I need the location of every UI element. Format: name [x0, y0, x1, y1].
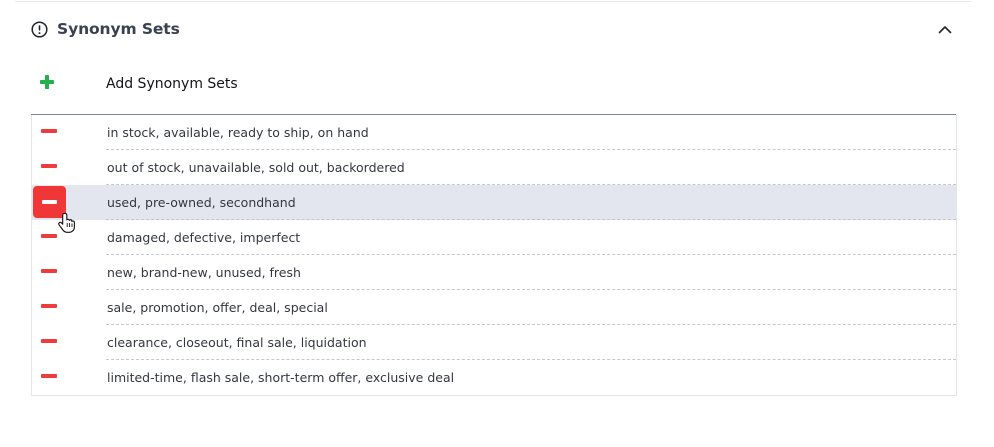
synonym-set-text[interactable]: limited-time, flash sale, short-term off…	[107, 370, 454, 385]
remove-synonym-button[interactable]	[41, 304, 57, 308]
section-title: Synonym Sets	[57, 20, 180, 38]
synonym-set-text[interactable]: used, pre-owned, secondhand	[107, 195, 296, 210]
synonym-set-row[interactable]: sale, promotion, offer, deal, special	[32, 290, 956, 325]
synonym-sets-panel: Synonym Sets Add Synonym Sets in stock, …	[0, 0, 994, 447]
info-circle-icon	[31, 20, 48, 38]
remove-synonym-button[interactable]	[41, 164, 57, 168]
plus-icon[interactable]	[39, 74, 55, 90]
synonym-set-row[interactable]: in stock, available, ready to ship, on h…	[32, 115, 956, 150]
section-header[interactable]: Synonym Sets	[31, 18, 956, 40]
synonym-set-text[interactable]: new, brand-new, unused, fresh	[107, 265, 301, 280]
add-synonym-sets-label[interactable]: Add Synonym Sets	[106, 76, 238, 92]
remove-synonym-button[interactable]	[33, 186, 66, 218]
remove-synonym-button[interactable]	[41, 129, 57, 133]
add-synonym-row: Add Synonym Sets	[31, 64, 956, 115]
synonym-set-text[interactable]: in stock, available, ready to ship, on h…	[107, 125, 369, 140]
remove-synonym-button[interactable]	[41, 234, 57, 238]
remove-synonym-button[interactable]	[41, 339, 57, 343]
synonym-set-row[interactable]: limited-time, flash sale, short-term off…	[32, 360, 956, 395]
synonym-set-text[interactable]: damaged, defective, imperfect	[107, 230, 300, 245]
synonym-set-text[interactable]: sale, promotion, offer, deal, special	[107, 300, 328, 315]
synonym-set-row[interactable]: out of stock, unavailable, sold out, bac…	[32, 150, 956, 185]
synonym-sets-list: in stock, available, ready to ship, on h…	[31, 115, 957, 396]
synonym-set-text[interactable]: clearance, closeout, final sale, liquida…	[107, 335, 367, 350]
chevron-up-icon[interactable]	[936, 20, 954, 38]
synonym-set-row[interactable]: damaged, defective, imperfect	[32, 220, 956, 255]
top-divider	[15, 1, 971, 2]
synonym-set-text[interactable]: out of stock, unavailable, sold out, bac…	[107, 160, 405, 175]
remove-synonym-button[interactable]	[41, 269, 57, 273]
synonym-set-row[interactable]: new, brand-new, unused, fresh	[32, 255, 956, 290]
synonym-set-row[interactable]: used, pre-owned, secondhand	[32, 185, 956, 220]
remove-synonym-button[interactable]	[41, 374, 57, 378]
synonym-set-row[interactable]: clearance, closeout, final sale, liquida…	[32, 325, 956, 360]
